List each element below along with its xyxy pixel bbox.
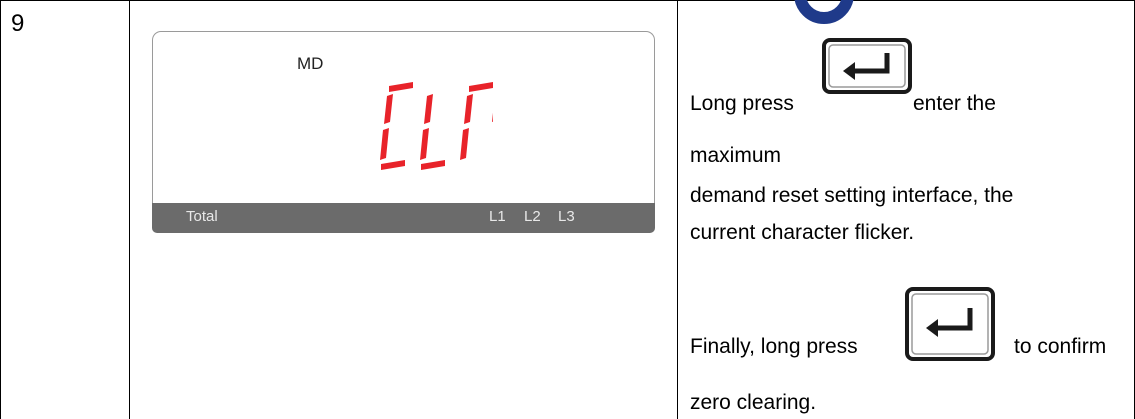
lcd-segment xyxy=(464,94,473,124)
instruction-line: Long press xyxy=(690,92,794,115)
table-top-border xyxy=(0,0,1135,1)
lcd-segment xyxy=(381,160,405,170)
instruction-line: zero clearing. xyxy=(690,391,817,414)
lcd-status-bar: Total L1 L2 L3 xyxy=(152,203,655,233)
enter-key-icon xyxy=(822,38,912,94)
brand-logo-icon xyxy=(794,0,854,24)
lcd-segment xyxy=(460,128,469,160)
lcd-segment xyxy=(384,94,393,124)
instruction-line: to confirm xyxy=(1014,335,1107,358)
lcd-phase-l2: L2 xyxy=(524,208,541,225)
lcd-segment xyxy=(420,128,429,160)
column-divider xyxy=(677,0,678,419)
lcd-segment xyxy=(469,82,493,92)
lcd-segment xyxy=(492,112,493,122)
lcd-segment-readout xyxy=(380,82,493,170)
instruction-line: Finally, long press xyxy=(690,335,858,358)
lcd-screen: MD xyxy=(152,31,655,203)
lcd-total-label: Total xyxy=(186,208,218,225)
instruction-line: current character flicker. xyxy=(690,221,915,244)
lcd-segment xyxy=(421,160,445,170)
table-left-border xyxy=(0,0,1,419)
instruction-line: maximum xyxy=(690,144,782,167)
lcd-segment xyxy=(380,128,389,160)
lcd-segment xyxy=(424,94,433,124)
lcd-segment xyxy=(389,82,413,92)
lcd-display: MD Total L1 L2 L3 xyxy=(152,31,655,234)
lcd-mode-label: MD xyxy=(297,54,324,73)
step-number: 9 xyxy=(11,10,25,37)
enter-key-icon xyxy=(905,287,995,361)
instruction-line: enter the xyxy=(913,92,996,115)
instruction-line: demand reset setting interface, the xyxy=(690,184,1014,207)
lcd-phase-l1: L1 xyxy=(489,208,506,225)
lcd-phase-l3: L3 xyxy=(558,208,575,225)
column-divider xyxy=(129,0,130,419)
